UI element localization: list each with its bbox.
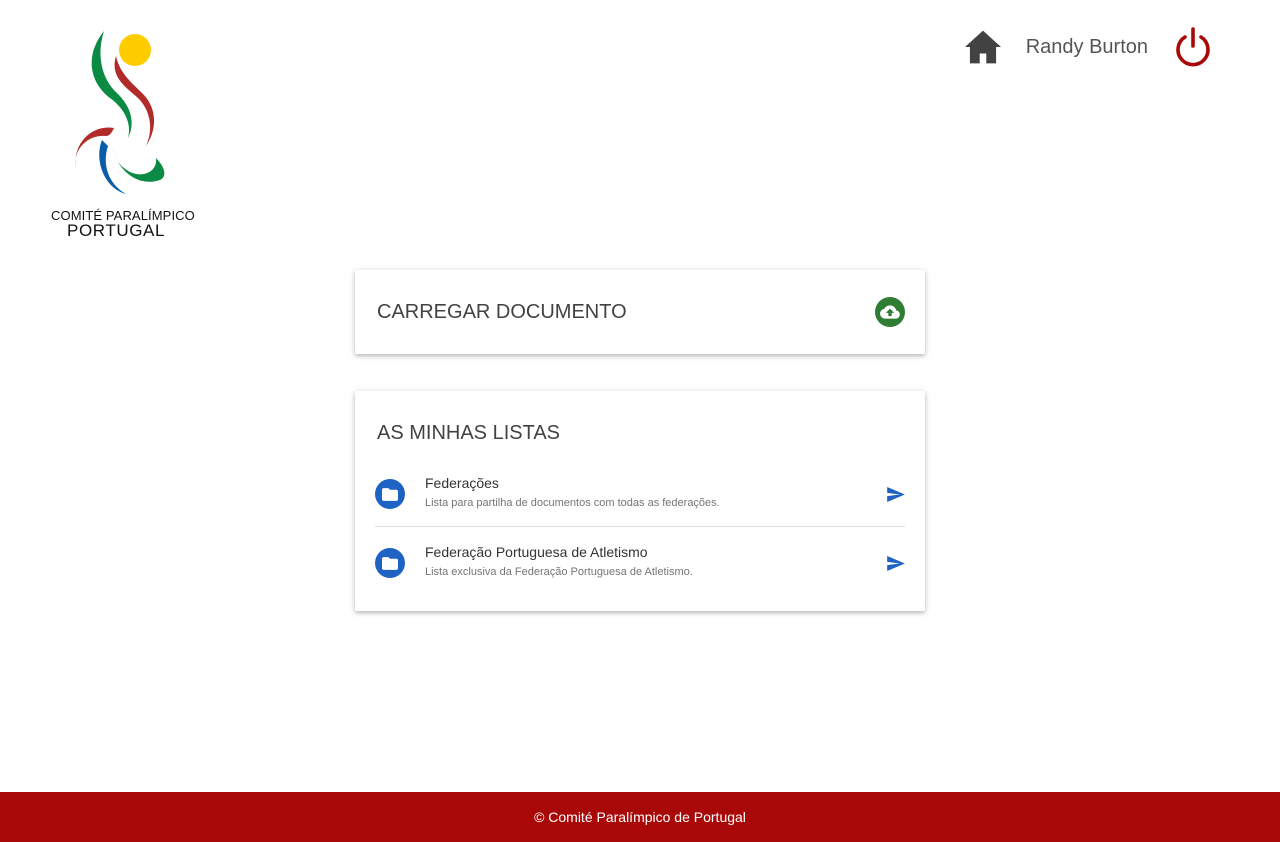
power-icon: [1176, 27, 1210, 67]
logout-button[interactable]: [1172, 26, 1214, 68]
list-item-subtitle: Lista exclusiva da Federação Portuguesa …: [425, 566, 693, 578]
user-name[interactable]: Randy Burton: [1026, 36, 1148, 59]
list-item-subtitle: Lista para partilha de documentos com to…: [425, 497, 720, 509]
folder-icon: [382, 487, 398, 501]
upload-document-card[interactable]: CARREGAR DOCUMENTO: [355, 270, 925, 354]
paralympic-logo-mark: [75, 31, 165, 194]
list-item[interactable]: Federação Portuguesa de Atletismo Lista …: [375, 528, 905, 596]
send-icon: [887, 486, 905, 502]
folder-icon: [382, 556, 398, 570]
send-button[interactable]: [885, 552, 907, 574]
header-user-area: Randy Burton: [962, 26, 1214, 68]
folder-avatar: [375, 548, 405, 578]
upload-card-title: CARREGAR DOCUMENTO: [377, 301, 627, 323]
list-item-title: Federações: [425, 475, 499, 491]
send-button[interactable]: [885, 483, 907, 505]
footer: © Comité Paralímpico de Portugal: [0, 792, 1280, 842]
cloud-upload-icon: [880, 305, 900, 319]
send-icon: [887, 555, 905, 571]
list-item-title: Federação Portuguesa de Atletismo: [425, 544, 648, 560]
home-button[interactable]: [962, 26, 1004, 68]
upload-button[interactable]: [875, 297, 905, 327]
logo: COMITÉ PARALÍMPICO PORTUGAL: [50, 28, 195, 240]
list-item[interactable]: Federações Lista para partilha de docume…: [375, 459, 905, 527]
footer-copyright: © Comité Paralímpico de Portugal: [534, 809, 746, 825]
my-lists-card: AS MINHAS LISTAS Federações Lista para p…: [355, 391, 925, 611]
logo-text-line2: PORTUGAL: [67, 221, 166, 240]
home-icon: [964, 30, 1001, 64]
folder-avatar: [375, 479, 405, 509]
lists-card-title: AS MINHAS LISTAS: [377, 422, 561, 444]
